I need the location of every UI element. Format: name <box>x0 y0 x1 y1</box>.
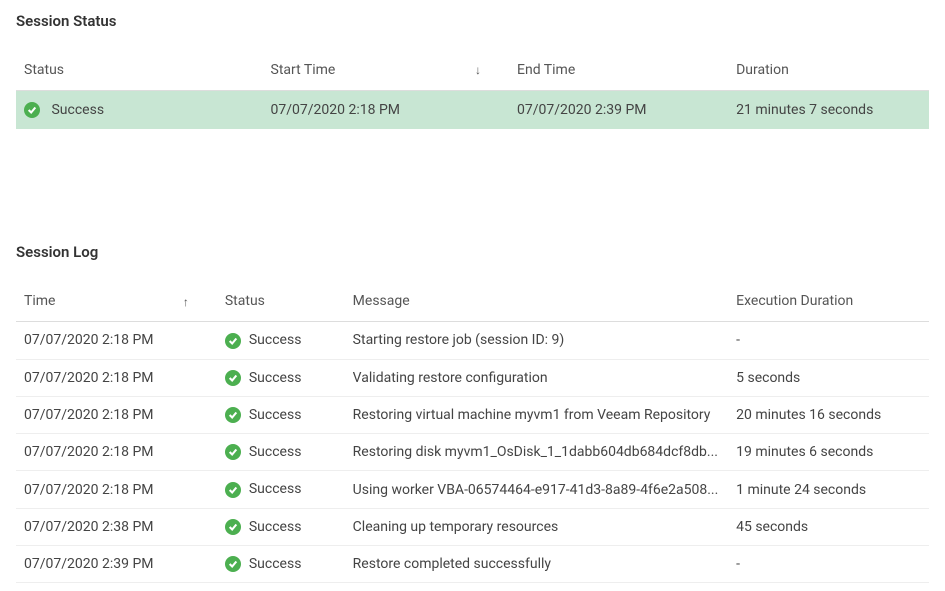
log-time-value: 07/07/2020 2:18 PM <box>16 396 217 433</box>
log-status-cell: Success <box>217 546 345 583</box>
col-header-time-label: Time <box>24 293 55 309</box>
col-header-end-time[interactable]: End Time <box>509 50 728 91</box>
log-time-value: 07/07/2020 2:18 PM <box>16 359 217 396</box>
log-row[interactable]: 07/07/2020 2:18 PM Success Starting restor… <box>16 322 929 359</box>
log-status-value: Success <box>249 332 302 348</box>
log-row[interactable]: 07/07/2020 2:18 PM Success Restoring virtu… <box>16 396 929 433</box>
success-icon <box>225 407 241 423</box>
session-status-row[interactable]: Success 07/07/2020 2:18 PM 07/07/2020 2:… <box>16 91 929 130</box>
col-header-message-label: Message <box>353 293 410 309</box>
log-row[interactable]: 07/07/2020 2:18 PM Success Restoring disk … <box>16 434 929 471</box>
log-status-value: Success <box>249 481 302 497</box>
log-exec-duration-value: 19 minutes 6 seconds <box>728 434 929 471</box>
log-message-value: Using worker VBA-06574464-e917-41d3-8a89… <box>345 471 728 508</box>
log-exec-duration-value: 5 seconds <box>728 359 929 396</box>
success-icon <box>225 333 241 349</box>
log-status-value: Success <box>249 519 302 535</box>
status-value: Success <box>51 102 104 118</box>
session-log-section: Session Log Time ↑ Status Message Execut… <box>16 239 929 583</box>
col-header-status-label: Status <box>24 62 64 78</box>
log-exec-duration-value: 20 minutes 16 seconds <box>728 396 929 433</box>
log-status-value: Success <box>249 556 302 572</box>
success-icon <box>24 102 40 118</box>
success-icon <box>225 482 241 498</box>
session-status-title: Session Status <box>16 8 929 30</box>
success-icon <box>225 519 241 535</box>
success-icon <box>225 444 241 460</box>
col-header-start-time[interactable]: Start Time ↓ <box>263 50 510 91</box>
col-header-status[interactable]: Status <box>16 50 263 91</box>
log-time-value: 07/07/2020 2:39 PM <box>16 546 217 583</box>
log-time-value: 07/07/2020 2:18 PM <box>16 471 217 508</box>
log-status-cell: Success <box>217 322 345 359</box>
session-log-title: Session Log <box>16 239 929 261</box>
log-status-value: Success <box>249 370 302 386</box>
col-header-time[interactable]: Time ↑ <box>16 281 217 322</box>
col-header-duration-label: Duration <box>736 62 789 78</box>
log-row[interactable]: 07/07/2020 2:38 PM Success Cleaning up tem… <box>16 508 929 545</box>
log-message-value: Restoring virtual machine myvm1 from Vee… <box>345 396 728 433</box>
log-row[interactable]: 07/07/2020 2:18 PM Success Validating rest… <box>16 359 929 396</box>
log-time-value: 07/07/2020 2:38 PM <box>16 508 217 545</box>
log-exec-duration-value: 1 minute 24 seconds <box>728 471 929 508</box>
log-message-value: Cleaning up temporary resources <box>345 508 728 545</box>
duration-value: 21 minutes 7 seconds <box>728 91 929 130</box>
log-message-value: Starting restore job (session ID: 9) <box>345 322 728 359</box>
log-row[interactable]: 07/07/2020 2:39 PM Success Restore complet… <box>16 546 929 583</box>
session-status-table: Status Start Time ↓ End Time Duration <box>16 50 929 129</box>
log-status-cell: Success <box>217 434 345 471</box>
log-status-value: Success <box>249 407 302 423</box>
col-header-duration[interactable]: Duration <box>728 50 929 91</box>
log-time-value: 07/07/2020 2:18 PM <box>16 322 217 359</box>
arrow-up-icon: ↑ <box>183 295 189 309</box>
log-exec-duration-value: - <box>728 322 929 359</box>
col-header-end-time-label: End Time <box>517 62 575 78</box>
log-message-value: Restoring disk myvm1_OsDisk_1_1dabb604db… <box>345 434 728 471</box>
log-time-value: 07/07/2020 2:18 PM <box>16 434 217 471</box>
col-header-log-status[interactable]: Status <box>217 281 345 322</box>
col-header-exec-duration-label: Execution Duration <box>736 293 853 309</box>
session-log-table: Time ↑ Status Message Execution Duration… <box>16 281 929 583</box>
log-exec-duration-value: - <box>728 546 929 583</box>
log-row[interactable]: 07/07/2020 2:18 PM Success Using worker VB… <box>16 471 929 508</box>
log-status-cell: Success <box>217 508 345 545</box>
col-header-log-status-label: Status <box>225 293 265 309</box>
log-status-cell: Success <box>217 359 345 396</box>
log-exec-duration-value: 45 seconds <box>728 508 929 545</box>
success-icon <box>225 370 241 386</box>
end-time-value: 07/07/2020 2:39 PM <box>509 91 728 130</box>
log-message-value: Restore completed successfully <box>345 546 728 583</box>
log-status-cell: Success <box>217 471 345 508</box>
log-status-cell: Success <box>217 396 345 433</box>
col-header-start-time-label: Start Time <box>271 62 336 78</box>
col-header-message[interactable]: Message <box>345 281 728 322</box>
log-message-value: Validating restore configuration <box>345 359 728 396</box>
col-header-exec-duration[interactable]: Execution Duration <box>728 281 929 322</box>
success-icon <box>225 556 241 572</box>
session-status-section: Session Status Status Start Time ↓ End T… <box>16 8 929 129</box>
log-status-value: Success <box>249 444 302 460</box>
arrow-down-icon: ↓ <box>475 63 481 77</box>
start-time-value: 07/07/2020 2:18 PM <box>263 91 510 130</box>
